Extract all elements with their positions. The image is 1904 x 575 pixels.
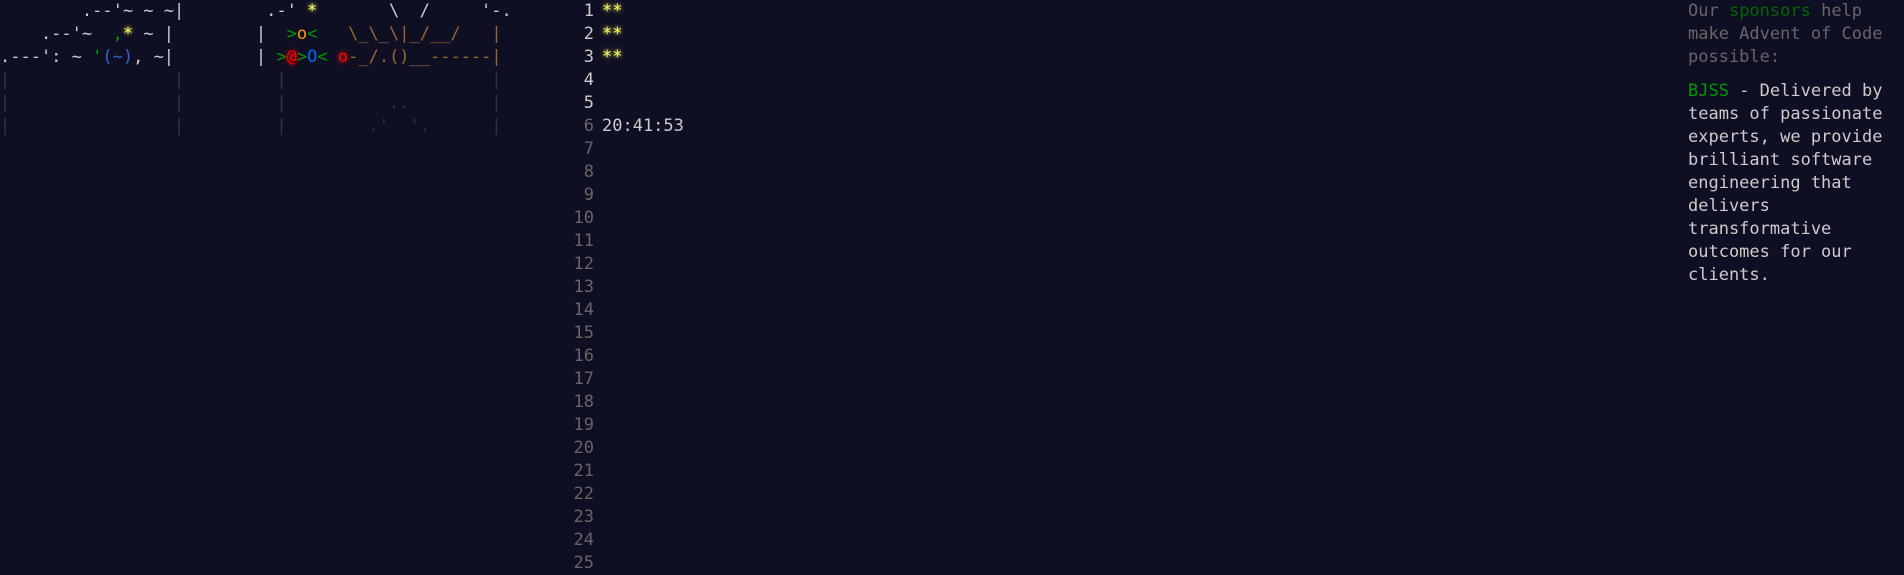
sponsor-intro: Our sponsors help make Advent of Code po… — [1688, 1, 1883, 67]
calendar-art-line — [0, 161, 546, 184]
calendar-art-segment: , ~| | — [133, 47, 277, 67]
day-number: 1 — [583, 1, 594, 21]
calendar-art-line — [0, 368, 546, 391]
calendar-art-segment: * — [307, 1, 318, 21]
day-number: 25 — [573, 553, 594, 573]
calendar-art-segment: | | | .. | — [0, 93, 502, 113]
day-number: 8 — [583, 162, 594, 182]
calendar-art-line — [0, 230, 546, 253]
calendar-art-line — [0, 138, 546, 161]
day-number: 24 — [573, 530, 594, 550]
day-stars: ** — [602, 1, 623, 21]
day-number: 18 — [573, 392, 594, 412]
day-number: 9 — [583, 185, 594, 205]
day-number: 20 — [573, 438, 594, 458]
calendar-art-segment: | | | .' '. | — [0, 116, 502, 136]
calendar-art-line: .--'~ ~ ~| .-' * \ / '-. — [0, 0, 546, 23]
calendar-art-line — [0, 276, 546, 299]
calendar-art-segment: > — [286, 24, 297, 44]
day-number: 2 — [583, 24, 594, 44]
calendar-art-line: | | | .. | — [0, 92, 546, 115]
day-number: 21 — [573, 461, 594, 481]
calendar-art-line — [0, 483, 546, 506]
calendar-art-line — [0, 345, 546, 368]
calendar-art-line — [0, 460, 546, 483]
calendar-art-line — [0, 437, 546, 460]
day-number: 15 — [573, 323, 594, 343]
calendar-art-line — [0, 322, 546, 345]
calendar-art-line: | | | .' '. | — [0, 115, 546, 138]
calendar-art-line — [0, 184, 546, 207]
calendar-art-line: .---': ~ '(~), ~| | >@>O< o-_/.()__-----… — [0, 46, 546, 69]
day-number: 3 — [583, 47, 594, 67]
day-number: 16 — [573, 346, 594, 366]
calendar-art-segment: * — [122, 24, 134, 44]
calendar-art-segment: @ — [286, 47, 297, 67]
day-number: 4 — [583, 70, 594, 90]
day-number: 17 — [573, 369, 594, 389]
calendar-art-segment: > — [296, 47, 308, 67]
calendar-art-line — [0, 299, 546, 322]
sponsor-bjss-link[interactable]: BJSS — [1688, 81, 1729, 101]
calendar-art-segment: .--'~ ~ ~| .-' — [0, 1, 308, 21]
unlock-countdown: 20:41:53 — [602, 116, 684, 136]
calendar-art-segment: (~) — [102, 47, 134, 67]
calendar-art-line: | | | | — [0, 69, 546, 92]
day-number: 13 — [573, 277, 594, 297]
sponsor-description: - Delivered by teams of passionate exper… — [1688, 81, 1883, 285]
calendar-art-line — [0, 529, 546, 552]
calendar-art-segment: -_/.()__------| — [348, 47, 502, 67]
calendar-art-segment: < — [307, 24, 318, 44]
calendar-art-segment: ' — [92, 47, 103, 67]
calendar-art-segment: o — [337, 47, 349, 67]
day-stars: ** — [602, 24, 623, 44]
sponsors-link[interactable]: sponsors — [1729, 1, 1811, 21]
day-number: 19 — [573, 415, 594, 435]
day-number: 11 — [573, 231, 594, 251]
calendar-art-line — [0, 253, 546, 276]
calendar-art-segment: \_\_\|_/__/ | — [317, 24, 502, 44]
sponsor-sidebar: Our sponsors help make Advent of Code po… — [1688, 0, 1904, 298]
calendar-art-segment: .--'~ — [0, 24, 113, 44]
calendar-art-line — [0, 207, 546, 230]
calendar-art-line — [0, 414, 546, 437]
calendar-art-segment: .---': ~ — [0, 47, 93, 67]
calendar-art-line: .--'~ ,* ~ | | >o< \_\_\|_/__/ | — [0, 23, 546, 46]
calendar-art-segment: > — [276, 47, 287, 67]
calendar-art-segment: , — [112, 24, 123, 44]
calendar-art-line — [0, 552, 546, 575]
day-number: 22 — [573, 484, 594, 504]
calendar-art-line — [0, 506, 546, 529]
day-number: 5 — [583, 93, 594, 113]
calendar-art-segment: o — [296, 24, 308, 44]
day-number: 23 — [573, 507, 594, 527]
day-number: 12 — [573, 254, 594, 274]
day-stars: ** — [602, 47, 623, 67]
calendar-art-segment: < — [317, 47, 338, 67]
day-number: 10 — [573, 208, 594, 228]
calendar-art-segment: O — [307, 47, 318, 67]
day-number: 7 — [583, 139, 594, 159]
calendar-art-segment: | | | | — [0, 70, 502, 90]
calendar-art-segment: \ / '-. — [317, 1, 512, 21]
day-number: 14 — [573, 300, 594, 320]
calendar-art-line — [0, 391, 546, 414]
day-number: 6 — [583, 116, 594, 136]
calendar-art-segment: ~ | | — [133, 24, 287, 44]
sponsor-entry: BJSS - Delivered by teams of passionate … — [1688, 80, 1904, 287]
